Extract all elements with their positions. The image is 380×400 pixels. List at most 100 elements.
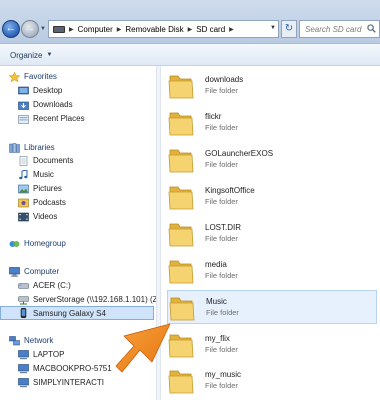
- file-name: KingsoftOffice: [205, 186, 255, 195]
- nav-item-label: Podcasts: [33, 198, 66, 207]
- back-arrow-icon: ←: [5, 22, 17, 34]
- nav-item-desktop[interactable]: Desktop: [0, 84, 156, 97]
- computer-icon: [18, 349, 29, 360]
- documents-icon: [18, 155, 29, 166]
- folder-icon: [168, 292, 196, 322]
- folder-icon: [167, 218, 195, 248]
- list-item[interactable]: my_flix File folder: [167, 327, 377, 361]
- nav-libraries[interactable]: Libraries: [0, 141, 156, 154]
- file-name: downloads: [205, 75, 244, 84]
- search-box[interactable]: [299, 20, 380, 38]
- nav-item-label: LAPTOP: [33, 350, 65, 359]
- pictures-icon: [18, 184, 29, 194]
- music-icon: [18, 168, 29, 180]
- folder-icon: [167, 144, 195, 174]
- nav-item-recent-places[interactable]: Recent Places: [0, 112, 156, 125]
- nav-item-music[interactable]: Music: [0, 168, 156, 181]
- nav-item-label: ServerStorage (\\192.168.1.101) (Z:): [33, 295, 156, 304]
- nav-item-pictures[interactable]: Pictures: [0, 182, 156, 195]
- recent-pages-button[interactable]: ▼: [40, 25, 48, 33]
- file-name: LOST.DIR: [205, 223, 242, 232]
- pointer-arrow-icon: [115, 323, 171, 373]
- file-type: File folder: [206, 308, 239, 317]
- nav-item-label: Videos: [33, 212, 58, 221]
- nav-homegroup-label: Homegroup: [24, 239, 66, 248]
- forward-button[interactable]: →: [21, 20, 39, 38]
- desktop-icon: [18, 86, 29, 96]
- list-item[interactable]: media File folder: [167, 253, 377, 287]
- computer-icon: [9, 266, 20, 277]
- nav-computer[interactable]: Computer: [0, 265, 156, 278]
- chevron-right-icon[interactable]: ▶: [229, 26, 234, 33]
- refresh-button[interactable]: ↻: [281, 20, 297, 38]
- file-type: File folder: [205, 271, 238, 280]
- nav-homegroup[interactable]: Homegroup: [0, 237, 156, 250]
- nav-item-label: Pictures: [33, 184, 62, 193]
- list-item-selected[interactable]: Music File folder: [167, 290, 377, 324]
- computer-icon: [18, 363, 29, 374]
- file-list: downloads File folder flickr File folder…: [161, 66, 380, 400]
- nav-item-label: SIMPLYINTERACTI: [33, 378, 104, 387]
- file-name: my_music: [205, 370, 242, 379]
- address-field[interactable]: ▶ Computer ▶ Removable Disk ▶ SD card ▶ …: [48, 20, 279, 38]
- chevron-right-icon[interactable]: ▶: [117, 26, 122, 33]
- nav-item-server-storage[interactable]: ServerStorage (\\192.168.1.101) (Z:): [0, 293, 156, 306]
- organize-button[interactable]: Organize ▼: [10, 48, 52, 62]
- file-name: flickr: [205, 112, 222, 121]
- nav-favorites-label: Favorites: [24, 72, 57, 81]
- list-item[interactable]: flickr File folder: [167, 105, 377, 139]
- file-type: File folder: [205, 160, 238, 169]
- nav-item-acer-drive[interactable]: ACER (C:): [0, 279, 156, 292]
- list-item[interactable]: my_music File folder: [167, 363, 377, 397]
- nav-libraries-label: Libraries: [24, 143, 55, 152]
- list-item[interactable]: KingsoftOffice File folder: [167, 179, 377, 213]
- nav-item-samsung-galaxy-s4[interactable]: Samsung Galaxy S4: [0, 306, 154, 320]
- chevron-right-icon[interactable]: ▶: [69, 26, 74, 33]
- chevron-right-icon[interactable]: ▶: [188, 26, 193, 33]
- network-icon: [9, 335, 20, 346]
- nav-item-label: Samsung Galaxy S4: [33, 308, 106, 318]
- nav-item-documents[interactable]: Documents: [0, 154, 156, 167]
- file-type: File folder: [205, 381, 238, 390]
- address-dropdown-icon[interactable]: ▼: [270, 25, 276, 31]
- videos-icon: [18, 212, 29, 222]
- search-input[interactable]: [300, 21, 370, 37]
- nav-favorites[interactable]: Favorites: [0, 70, 156, 83]
- nav-item-label: Documents: [33, 156, 74, 165]
- list-item[interactable]: GOLauncherEXOS File folder: [167, 142, 377, 176]
- address-toolbar: ← → ▼ ▶ Computer ▶ Removable Disk ▶ SD c…: [0, 0, 380, 44]
- back-button[interactable]: ←: [2, 20, 20, 38]
- nav-item-label: MACBOOKPRO-5751: [33, 364, 112, 373]
- nav-item-downloads[interactable]: Downloads: [0, 98, 156, 111]
- forward-arrow-icon: →: [24, 22, 36, 34]
- file-type: File folder: [205, 234, 238, 243]
- file-type: File folder: [205, 123, 238, 132]
- crumb-removable-disk[interactable]: Removable Disk: [125, 25, 183, 34]
- command-bar: Organize ▼: [0, 44, 380, 66]
- star-icon: [8, 71, 21, 82]
- library-icon: [9, 142, 20, 153]
- crumb-sd-card[interactable]: SD card: [196, 25, 225, 34]
- search-icon[interactable]: [367, 24, 376, 33]
- downloads-icon: [18, 100, 29, 110]
- folder-icon: [167, 107, 195, 137]
- nav-item-label: Recent Places: [33, 114, 85, 123]
- breadcrumb: ▶ Computer ▶ Removable Disk ▶ SD card ▶: [53, 21, 234, 37]
- nav-item-podcasts[interactable]: Podcasts: [0, 196, 156, 209]
- phone-icon: [18, 308, 29, 318]
- file-type: File folder: [205, 345, 238, 354]
- refresh-icon: ↻: [284, 23, 294, 34]
- file-name: Music: [206, 297, 227, 306]
- podcasts-icon: [18, 198, 29, 208]
- list-item[interactable]: LOST.DIR File folder: [167, 216, 377, 250]
- recent-places-icon: [18, 114, 29, 124]
- list-item[interactable]: downloads File folder: [167, 68, 377, 102]
- chevron-down-icon: ▼: [46, 52, 53, 58]
- crumb-computer[interactable]: Computer: [78, 25, 113, 34]
- nav-computer-label: Computer: [24, 267, 60, 276]
- nav-item-videos[interactable]: Videos: [0, 210, 156, 223]
- file-type: File folder: [205, 86, 238, 95]
- organize-label: Organize: [10, 50, 43, 60]
- hard-drive-icon: [18, 281, 29, 291]
- network-drive-icon: [18, 295, 29, 305]
